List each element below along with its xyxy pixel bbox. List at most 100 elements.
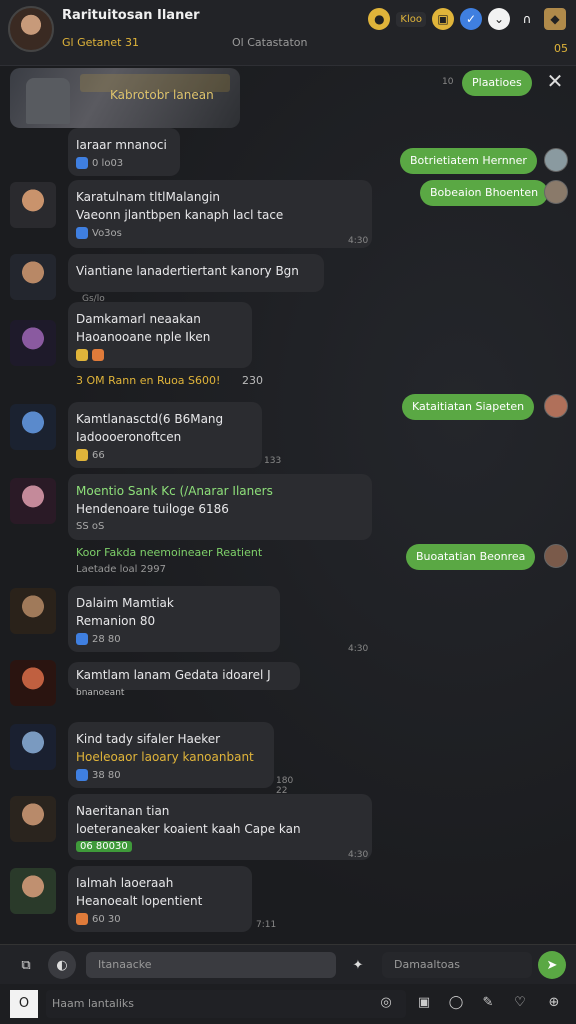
reaction-icon[interactable] [76, 913, 88, 925]
timestamp: 4:30 [348, 644, 369, 654]
plus-icon[interactable]: ⊕ [544, 993, 564, 1013]
outgoing-message[interactable]: Buoatatian Beonrea [406, 544, 536, 570]
sender-avatar[interactable] [544, 544, 568, 568]
user-avatar[interactable] [10, 254, 56, 300]
verified-icon[interactable]: ✓ [460, 8, 482, 30]
user-avatar[interactable] [10, 724, 56, 770]
user-avatar[interactable] [10, 182, 56, 228]
system-message: 3 OM Rann en Ruoa S600! [76, 374, 221, 387]
emoji-icon[interactable]: ◐ [48, 951, 76, 979]
reaction-icon[interactable] [76, 227, 88, 239]
message-bubble[interactable]: Iaraar mnanoci 0 lo03 [68, 128, 180, 176]
sender-avatar[interactable] [544, 394, 568, 418]
message-bubble[interactable]: Damkamarl neaakan Haoanooane nple Iken [68, 302, 252, 368]
message-text: Remanion 80 [76, 614, 156, 628]
coin-icon[interactable]: ● [368, 8, 391, 30]
user-avatar[interactable] [10, 404, 56, 450]
close-icon[interactable]: ✕ [544, 70, 566, 92]
reaction-icon[interactable] [76, 349, 88, 361]
pen-icon[interactable]: ✎ [478, 993, 498, 1013]
keyboard-toggle[interactable]: O [10, 990, 38, 1018]
message-text: Hendenoare tuiloge 6186 [76, 502, 229, 516]
reactions: 38 80 [76, 769, 266, 781]
compass-icon[interactable]: ◎ [376, 993, 396, 1013]
headset-icon[interactable]: ∩ [516, 8, 538, 30]
message-input[interactable]: Itanaacke [86, 952, 336, 978]
coin-count: Kloo [396, 11, 426, 27]
timestamp: 4:30 [348, 850, 369, 860]
treasure-icon[interactable]: ◆ [544, 8, 566, 30]
send-icon[interactable]: ➤ [538, 951, 566, 979]
soldier-image [26, 78, 70, 124]
message-bubble[interactable]: Viantiane lanadertiertant kanory Bgn [68, 254, 324, 292]
message-bubble[interactable]: Kamtlam lanam Gedata idoarel J [68, 662, 300, 690]
reactions: 66 [76, 449, 254, 461]
outgoing-message[interactable]: Kataitiatan Siapeten [402, 394, 535, 420]
gift-icon[interactable]: ▣ [432, 8, 454, 30]
footer-input[interactable]: Haam lantaliks [46, 990, 406, 1018]
reaction-count: 28 80 [92, 633, 121, 645]
message-bubble[interactable]: Ialmah laoeraah Heanoealt lopentient 60 … [68, 866, 252, 932]
message-text: Hoeleoaor laoary kanoanbant [76, 750, 254, 764]
group-avatar[interactable] [8, 6, 54, 52]
attach-icon[interactable]: ⧉ [12, 951, 40, 979]
message-text: Vaeonn jlantbpen kanaph lacl tace [76, 208, 284, 222]
reactions: Vo3os [76, 227, 364, 239]
message-text: Ialmah laoeraah [76, 876, 174, 890]
chat-title[interactable]: Rarituitosan Ilaner [62, 8, 200, 23]
reaction-icon[interactable] [76, 633, 88, 645]
sticker-icon[interactable]: ✦ [344, 951, 372, 979]
reactions: 60 30 [76, 913, 244, 925]
message-text: Kamtlanasctd(6 B6Mang [76, 412, 224, 426]
message-bubble[interactable]: Kind tady sifaler Haeker Hoeleoaor laoar… [68, 722, 274, 788]
user-avatar[interactable] [10, 588, 56, 634]
sender-avatar[interactable] [544, 180, 568, 204]
reactions: 28 80 [76, 633, 272, 645]
outgoing-message[interactable]: Plaatioes [462, 70, 532, 96]
user-avatar[interactable] [10, 796, 56, 842]
reactions [76, 349, 244, 361]
message-text: Naeritanan tian [76, 804, 170, 818]
message-text: Viantiane lanadertiertant kanory Bgn [76, 264, 299, 278]
user-avatar[interactable] [10, 660, 56, 706]
chevron-down-icon[interactable]: ⌄ [488, 8, 510, 30]
message-bubble[interactable]: Karatulnam tltlMalangin Vaeonn jlantbpen… [68, 180, 372, 248]
outgoing-message[interactable]: Bobeaion Bhoenten [420, 180, 549, 206]
system-suffix: 230 [242, 374, 263, 387]
user-avatar[interactable] [10, 478, 56, 524]
reaction-icon[interactable] [76, 157, 88, 169]
composer-bar: ⧉ ◐ Itanaacke ✦ Damaaltoas ➤ [0, 944, 576, 984]
heart-icon[interactable]: ♡ [510, 993, 530, 1013]
reaction-count: 38 80 [92, 769, 121, 781]
message-bubble[interactable]: Kamtlanasctd(6 B6Mang Iadoooeronoftcen 6… [68, 402, 262, 468]
message-text: Damkamarl neaakan [76, 312, 201, 326]
chat-subtitle: Gl Getanet 31 [62, 36, 139, 49]
image-bubble[interactable]: Kabrotobr lanean [10, 68, 240, 128]
reactions: SS oS [76, 521, 364, 532]
chat-icon[interactable]: ◯ [446, 993, 466, 1013]
outgoing-message[interactable]: Botrietiatem Hernner [400, 148, 537, 174]
reaction-icon[interactable] [76, 449, 88, 461]
reaction-icon[interactable] [76, 769, 88, 781]
sender-avatar[interactable] [544, 148, 568, 172]
message-text: Iadoooeronoftcen [76, 430, 182, 444]
message-bubble[interactable]: Moentio Sank Kc (/Anarar Ilaners Hendeno… [68, 474, 372, 540]
reaction-count[interactable]: 06 80030 [76, 841, 132, 852]
secondary-input[interactable]: Damaaltoas [382, 952, 532, 978]
user-avatar[interactable] [10, 320, 56, 366]
footer-bar: O Haam lantaliks ◎ ▣ ◯ ✎ ♡ ⊕ [0, 984, 576, 1024]
box-icon[interactable]: ▣ [414, 993, 434, 1013]
timestamp: 133 [264, 456, 282, 466]
reaction-count: 60 30 [92, 913, 121, 925]
reaction-icon[interactable] [92, 349, 104, 361]
reaction-count: 0 lo03 [92, 157, 124, 169]
message-bubble[interactable]: Dalaim Mamtiak Remanion 80 28 80 [68, 586, 280, 652]
message-text: Kabrotobr lanean [110, 88, 214, 102]
chat-header: Rarituitosan Ilaner Gl Getanet 31 Ol Cat… [0, 0, 576, 66]
message-text: Kamtlam lanam Gedata idoarel J [76, 668, 271, 682]
chat-subtitle-secondary: Ol Catastaton [232, 36, 308, 49]
message-text: Heanoealt lopentient [76, 894, 203, 908]
message-text: Iaraar mnanoci [76, 138, 167, 152]
user-avatar[interactable] [10, 868, 56, 914]
message-bubble[interactable]: Naeritanan tian loeteraneaker koaient ka… [68, 794, 372, 860]
